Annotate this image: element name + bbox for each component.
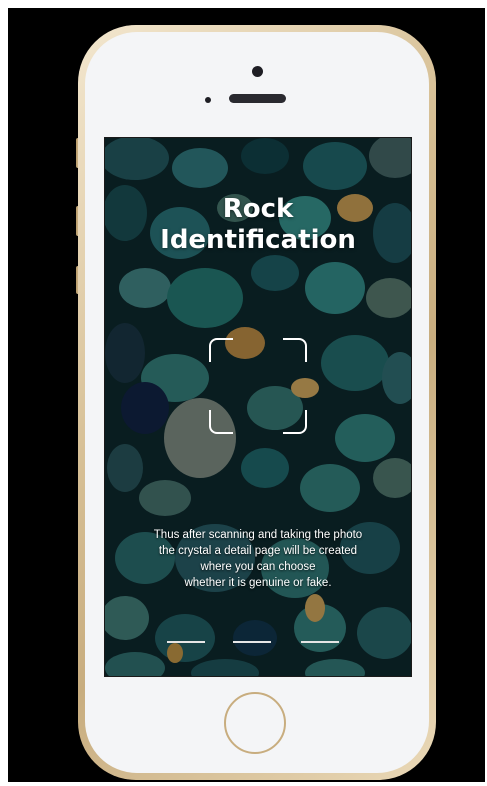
front-camera bbox=[252, 66, 263, 77]
phone-screen: Rock Identification Thus after scanning … bbox=[104, 137, 412, 677]
description-line: whether it is genuine or fake. bbox=[184, 577, 332, 589]
app-title-line2: Identification bbox=[160, 225, 356, 255]
page-indicator-2[interactable] bbox=[233, 641, 271, 643]
onboarding-description: Thus after scanning and taking the photo… bbox=[105, 527, 411, 591]
earpiece-speaker bbox=[229, 94, 286, 103]
app-title-line1: Rock bbox=[222, 194, 294, 224]
scan-frame-icon bbox=[209, 338, 307, 434]
description-line: the crystal a detail page will be create… bbox=[158, 545, 358, 557]
description-line: Thus after scanning and taking the photo bbox=[153, 529, 363, 541]
page-indicators bbox=[167, 641, 347, 643]
home-button-icon[interactable] bbox=[224, 692, 286, 754]
page-indicator-3[interactable] bbox=[301, 641, 339, 643]
page-indicator-1[interactable] bbox=[167, 641, 205, 643]
proximity-sensor bbox=[205, 97, 211, 103]
description-line: where you can choose bbox=[200, 561, 316, 573]
